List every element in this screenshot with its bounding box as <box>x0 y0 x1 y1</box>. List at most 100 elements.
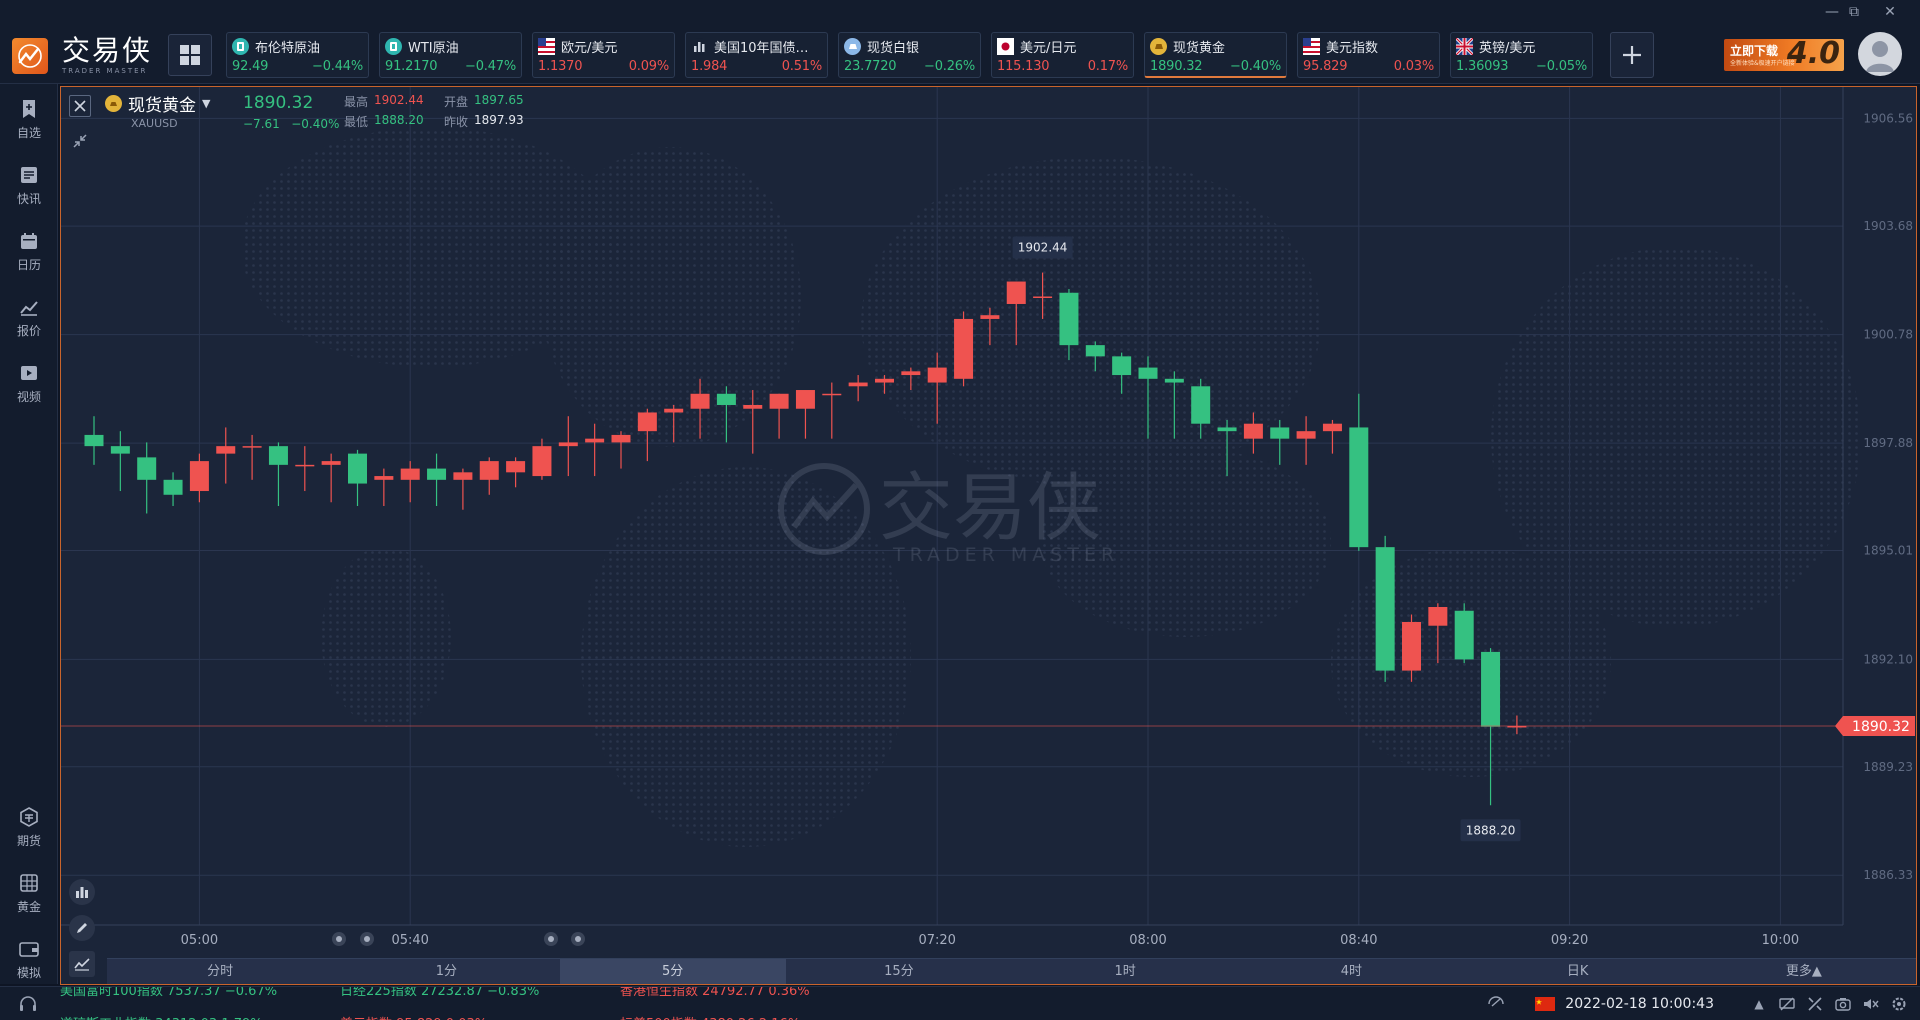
headset-icon[interactable] <box>18 995 38 1013</box>
candle[interactable] <box>1322 419 1342 454</box>
period-tab[interactable]: 15分 <box>786 959 1012 984</box>
candle[interactable] <box>295 446 315 492</box>
candle-body <box>1112 356 1132 376</box>
candle[interactable] <box>611 431 631 469</box>
candle[interactable] <box>795 390 815 439</box>
candle[interactable] <box>822 382 842 439</box>
session-gap-marker[interactable] <box>360 932 374 946</box>
ticker-card[interactable]: 布伦特原油 92.49 −0.44% <box>226 32 369 78</box>
candle[interactable] <box>532 438 552 480</box>
session-gap-marker[interactable] <box>332 932 346 946</box>
ticker-change: 0.51% <box>781 59 823 74</box>
period-tab[interactable]: 1分 <box>333 959 559 984</box>
low-value: 1888.20 <box>374 113 424 127</box>
add-ticker-button[interactable] <box>1610 32 1654 78</box>
candle[interactable] <box>400 461 420 503</box>
candle[interactable] <box>558 416 578 477</box>
sidebar-item-gold[interactable]: 黄金 <box>0 872 58 928</box>
index-ticker[interactable]: 香港恒生指数 24792.77 0.36% <box>620 987 810 999</box>
ticker-name: 现货白银 <box>867 40 920 56</box>
candle[interactable] <box>427 453 447 506</box>
index-ticker[interactable]: 美元指数 95.829 0.03% <box>340 1013 487 1020</box>
line-tool-button[interactable] <box>69 951 95 977</box>
ticker-change: −0.44% <box>312 59 363 74</box>
ticker-card[interactable]: 美元/日元 115.130 0.17% <box>991 32 1134 78</box>
close-chart-button[interactable] <box>69 95 91 117</box>
symbol-price: 1890.32 <box>243 93 314 113</box>
index-ticker[interactable]: 道琼斯工业指数 34312.03 1.79% <box>60 1013 263 1020</box>
period-tab[interactable]: 分时 <box>107 959 333 984</box>
candle[interactable] <box>1375 535 1395 682</box>
index-ticker[interactable]: 美国富时100指数 7537.37 −0.67% <box>60 987 277 999</box>
candle[interactable] <box>84 416 104 465</box>
camera-icon[interactable] <box>1834 995 1852 1013</box>
symbol-selector[interactable]: 现货黄金 ▼ <box>105 93 210 116</box>
period-tab[interactable]: 1时 <box>1012 959 1238 984</box>
ticker-card[interactable]: 美国10年国债… 1.984 0.51% <box>685 32 828 78</box>
candle[interactable] <box>1349 393 1369 551</box>
candle-body <box>1085 345 1105 357</box>
candle[interactable] <box>1296 416 1316 465</box>
tools-icon[interactable] <box>1806 995 1824 1013</box>
settings-icon[interactable] <box>1890 995 1908 1013</box>
candle[interactable] <box>137 442 157 514</box>
index-ticker[interactable]: 日经225指数 27232.87 −0.83% <box>340 987 539 999</box>
candle[interactable] <box>216 427 236 484</box>
period-tab[interactable]: 日K <box>1465 959 1691 984</box>
ticker-card[interactable]: 现货黄金 1890.32 −0.40% <box>1144 32 1287 78</box>
candle[interactable] <box>585 423 605 477</box>
candle[interactable] <box>848 375 868 402</box>
candle[interactable] <box>1481 648 1501 806</box>
ticker-card[interactable]: 美元指数 95.829 0.03% <box>1297 32 1440 78</box>
download-promo-banner[interactable]: 立即下载 全新体验&极速开户链接 4.0 <box>1724 39 1844 71</box>
ticker-price: 92.49 <box>232 59 269 74</box>
sidebar-item-calendar[interactable]: 日历 <box>0 230 58 286</box>
period-tab[interactable]: 4时 <box>1238 959 1464 984</box>
ticker-card[interactable]: 现货白银 23.7720 −0.26% <box>838 32 981 78</box>
close-window-button[interactable]: ✕ <box>1880 4 1900 20</box>
expand-up-icon[interactable]: ▲ <box>1750 995 1768 1013</box>
candle[interactable] <box>163 472 183 506</box>
collapse-chart-button[interactable] <box>69 130 91 152</box>
period-tab[interactable]: 5分 <box>559 959 786 984</box>
screen-off-icon[interactable] <box>1778 995 1796 1013</box>
sidebar-item-quotes[interactable]: 报价 <box>0 296 58 352</box>
indicator-tool-button[interactable] <box>69 879 95 905</box>
candle[interactable] <box>374 468 394 506</box>
restore-button[interactable]: ⧉ <box>1844 4 1864 20</box>
sidebar-item-futures[interactable]: 期货 <box>0 806 58 862</box>
user-avatar[interactable] <box>1858 32 1902 76</box>
candle[interactable] <box>479 457 499 495</box>
candle[interactable] <box>321 453 341 503</box>
candle-body <box>400 468 420 480</box>
sidebar-item-news[interactable]: 快讯 <box>0 164 58 220</box>
candle[interactable] <box>1270 419 1290 465</box>
minimize-button[interactable]: — <box>1822 4 1842 20</box>
candle[interactable] <box>189 453 209 503</box>
candle-body <box>216 446 236 454</box>
candlestick-chart[interactable]: 交易侠TRADER MASTER 1902.44 1888.20 1890.32 190… <box>61 87 1917 985</box>
index-ticker[interactable]: 标普500指数 4380.26 2.16% <box>620 1013 800 1020</box>
candle[interactable] <box>110 431 130 492</box>
sidebar-item-watchlist[interactable]: 自选 <box>0 98 58 154</box>
session-gap-marker[interactable] <box>544 932 558 946</box>
candle[interactable] <box>1454 603 1474 664</box>
ticker-card[interactable]: 欧元/美元 1.1370 0.09% <box>532 32 675 78</box>
candle[interactable] <box>242 434 262 480</box>
candle[interactable] <box>954 311 974 387</box>
candle-body <box>110 446 130 454</box>
period-tab[interactable]: 更多▲ <box>1691 959 1916 984</box>
candle[interactable] <box>268 442 288 506</box>
candle[interactable] <box>769 393 789 439</box>
candle[interactable] <box>453 468 473 510</box>
layout-grid-button[interactable] <box>168 34 212 76</box>
ticker-card[interactable]: 英镑/美元 1.36093 −0.05% <box>1450 32 1593 78</box>
sidebar-item-video[interactable]: 视频 <box>0 362 58 418</box>
draw-tool-button[interactable] <box>69 915 95 941</box>
trend-line-icon <box>19 296 39 318</box>
candle[interactable] <box>348 449 367 506</box>
candle[interactable] <box>506 457 526 488</box>
ticker-card[interactable]: WTI原油 91.2170 −0.47% <box>379 32 522 78</box>
mute-icon[interactable] <box>1862 995 1880 1013</box>
session-gap-marker[interactable] <box>571 932 585 946</box>
